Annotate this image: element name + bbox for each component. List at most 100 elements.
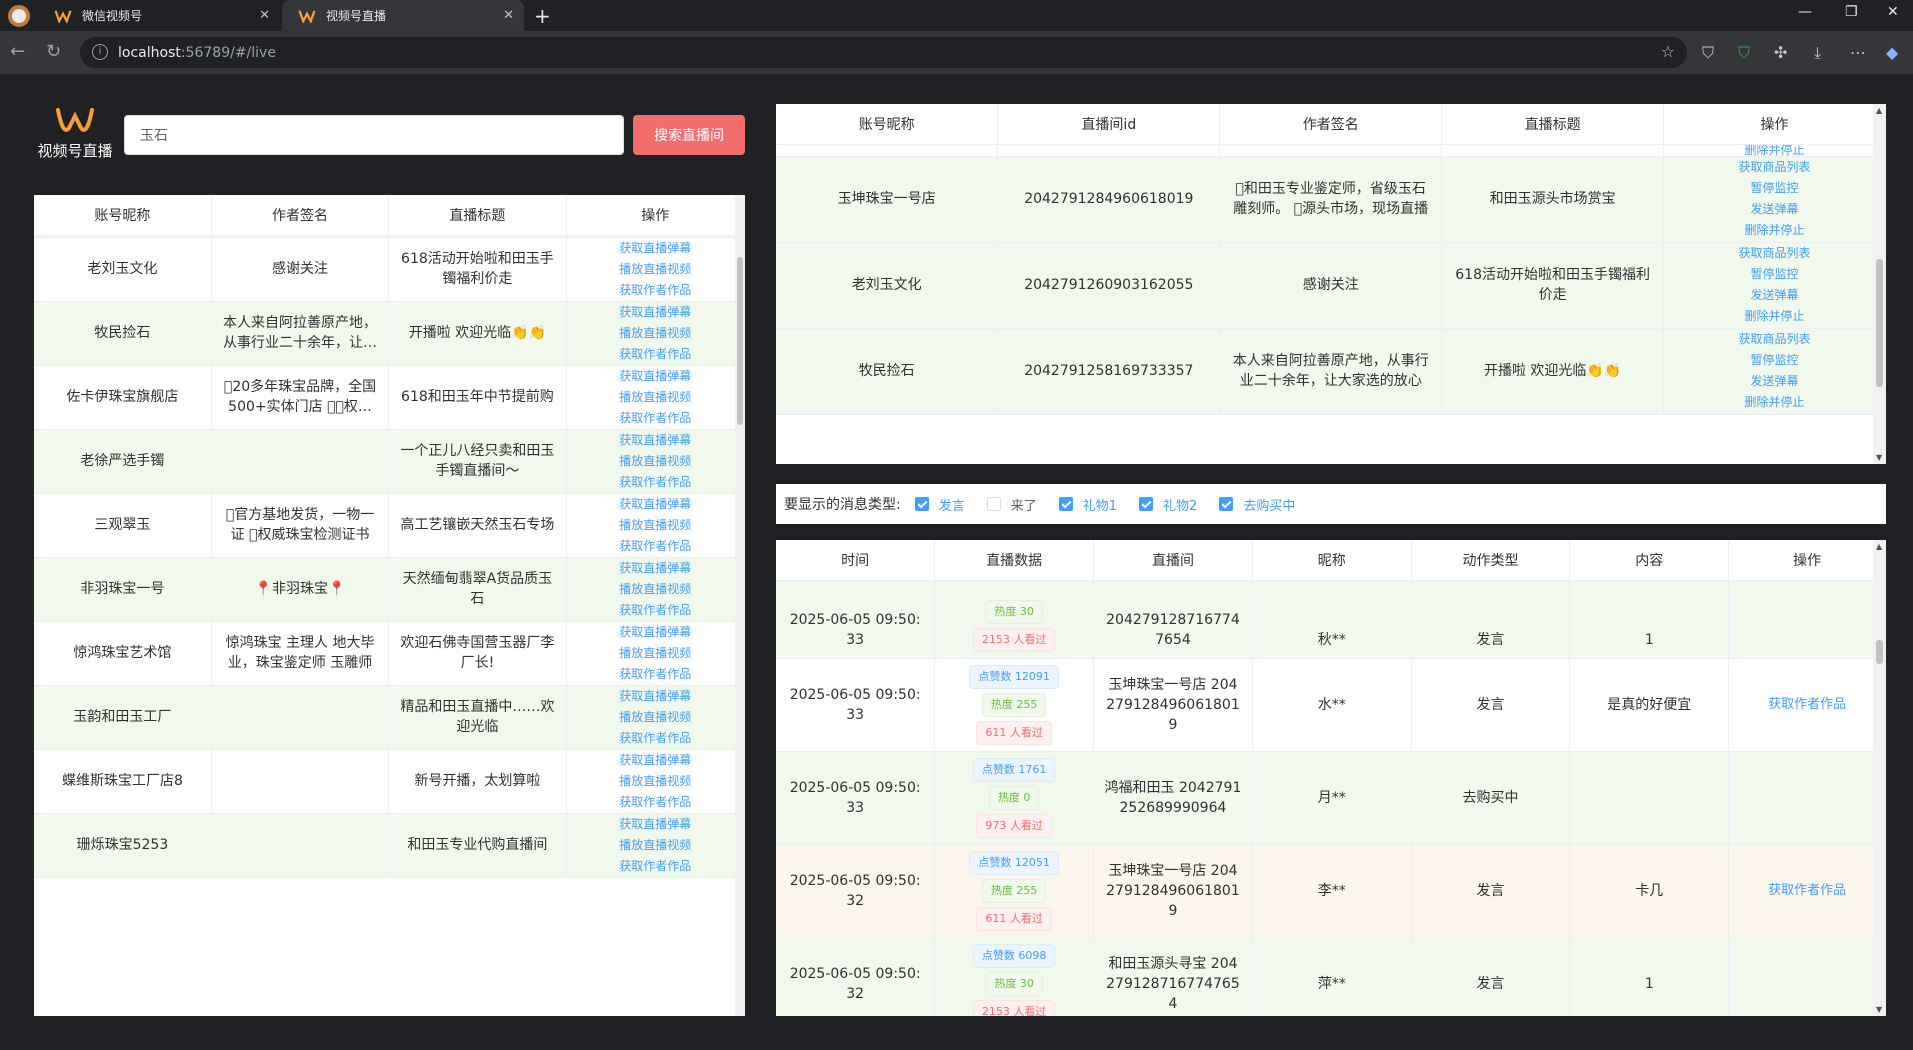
reload-icon[interactable]: ↻ [46, 41, 61, 62]
get-danmaku-link[interactable]: 获取直播弹幕 [577, 302, 734, 323]
download-icon[interactable]: ⤓ [1814, 43, 1821, 63]
back-icon[interactable]: ← [10, 41, 25, 62]
heat-tag: 热度 255 [981, 692, 1047, 717]
get-products-link[interactable]: 获取商品列表 [1674, 329, 1875, 350]
nickname-cell: 蝶维斯珠宝工厂店8 [34, 749, 212, 814]
checkbox-box[interactable] [1139, 497, 1154, 511]
bookmark-star-icon[interactable]: ☆ [1661, 42, 1675, 61]
send-danmaku-link[interactable]: 发送弹幕 [1674, 371, 1875, 392]
play-live-link[interactable]: 播放直播视频 [577, 643, 734, 664]
delete-stop-link[interactable]: 删除并停止 [1674, 144, 1875, 155]
scrollbar-thumb[interactable] [737, 257, 743, 425]
get-works-link[interactable]: 获取作者作品 [577, 344, 734, 365]
restore-icon[interactable]: ❐ [1845, 4, 1858, 20]
play-live-link[interactable]: 播放直播视频 [577, 259, 734, 280]
likes-tag: 点赞数 6098 [972, 943, 1056, 968]
scrollbar-thumb[interactable] [1876, 259, 1883, 387]
play-live-link[interactable]: 播放直播视频 [577, 323, 734, 344]
get-danmaku-link[interactable]: 获取直播弹幕 [577, 494, 734, 515]
scrollbar-thumb[interactable] [1876, 640, 1883, 664]
title-text: 精品和田玉直播中……欢迎光临 [400, 699, 555, 735]
play-live-link[interactable]: 播放直播视频 [577, 771, 734, 792]
minimize-icon[interactable]: — [1798, 4, 1812, 20]
play-live-link[interactable]: 播放直播视频 [577, 451, 734, 472]
get-works-link[interactable]: 获取作者作品 [577, 472, 734, 493]
get-works-link[interactable]: 获取作者作品 [577, 664, 734, 685]
get-danmaku-link[interactable]: 获取直播弹幕 [577, 558, 734, 579]
title-cell: 和田玉专业代购直播间 [388, 813, 567, 878]
get-works-link[interactable]: 获取作者作品 [1739, 692, 1875, 718]
copilot-icon[interactable]: ◆ [1886, 43, 1898, 62]
menu-dots-icon[interactable]: ⋯ [1850, 43, 1866, 62]
play-live-link[interactable]: 播放直播视频 [577, 707, 734, 728]
get-danmaku-link[interactable]: 获取直播弹幕 [577, 814, 734, 835]
site-info-icon[interactable]: i [92, 44, 108, 60]
browser-tab[interactable]: 微信视频号 ✕ [40, 0, 280, 31]
pause-monitor-link[interactable]: 暂停监控 [1674, 178, 1875, 199]
get-products-link[interactable]: 获取商品列表 [1674, 243, 1875, 264]
filter-checkbox[interactable]: 来了 [986, 495, 1037, 514]
pause-monitor-link[interactable]: 暂停监控 [1674, 350, 1875, 371]
search-input[interactable] [124, 115, 624, 155]
checkbox-box[interactable] [1219, 497, 1234, 511]
close-window-icon[interactable]: ✕ [1887, 4, 1899, 20]
action-type-cell: 发言 [1411, 844, 1571, 938]
scroll-down-icon[interactable]: ▼ [1876, 453, 1882, 462]
profile-avatar[interactable] [8, 5, 30, 27]
delete-stop-link[interactable]: 删除并停止 [1674, 306, 1875, 327]
delete-stop-link[interactable]: 删除并停止 [1674, 220, 1875, 241]
get-works-link[interactable]: 获取作者作品 [577, 856, 734, 877]
new-tab-icon[interactable]: + [534, 4, 551, 28]
checkbox-box[interactable] [914, 497, 929, 511]
pause-monitor-link[interactable]: 暂停监控 [1674, 264, 1875, 285]
scroll-down-icon[interactable]: ▼ [1876, 1005, 1882, 1014]
get-works-link[interactable]: 获取作者作品 [577, 280, 734, 301]
get-products-link[interactable]: 获取商品列表 [1674, 157, 1875, 178]
send-danmaku-link[interactable]: 发送弹幕 [1674, 285, 1875, 306]
filter-checkbox[interactable]: 礼物1 [1058, 495, 1117, 514]
close-tab-icon[interactable]: ✕ [503, 8, 514, 23]
get-danmaku-link[interactable]: 获取直播弹幕 [577, 686, 734, 707]
filter-checkbox[interactable]: 礼物2 [1139, 495, 1197, 514]
get-works-link[interactable]: 获取作者作品 [577, 536, 734, 557]
extensions-puzzle-icon[interactable]: ✣ [1774, 43, 1787, 62]
checkbox-box[interactable] [1058, 497, 1073, 511]
close-tab-icon[interactable]: ✕ [259, 8, 270, 23]
message-row: 2025-06-05 09:50:33 点赞数 12091 热度 255 611 人看… [776, 658, 1886, 752]
get-danmaku-link[interactable]: 获取直播弹幕 [577, 366, 734, 387]
get-works-link[interactable]: 获取作者作品 [577, 600, 734, 621]
table-header: 时间 直播数据 直播间 昵称 动作类型 内容 操作 [776, 540, 1886, 581]
shield-extension-icon[interactable]: ⛉ [1702, 43, 1714, 63]
delete-stop-link[interactable]: 删除并停止 [1674, 392, 1875, 413]
scrollbar[interactable] [735, 195, 745, 1016]
play-live-link[interactable]: 播放直播视频 [577, 515, 734, 536]
get-danmaku-link[interactable]: 获取直播弹幕 [577, 750, 734, 771]
messages-table: 时间 直播数据 直播间 昵称 动作类型 内容 操作 2025-06-05 09:50:33 热… [776, 540, 1886, 1016]
get-works-link[interactable]: 获取作者作品 [577, 408, 734, 429]
get-danmaku-link[interactable]: 获取直播弹幕 [577, 430, 734, 451]
filter-checkbox[interactable]: 发言 [914, 495, 965, 514]
checkbox-box[interactable] [986, 497, 1001, 511]
browser-tab-active[interactable]: 视频号直播 ✕ [282, 0, 524, 31]
scrollbar[interactable]: ▲ ▼ [1873, 540, 1886, 1016]
scrollbar[interactable]: ▲ ▼ [1873, 104, 1886, 464]
filter-checkbox[interactable]: 去购买中 [1219, 495, 1295, 514]
stats-cell: 点赞数 1761 热度 0 973 人看过 [934, 751, 1095, 845]
send-danmaku-link[interactable]: 发送弹幕 [1674, 199, 1875, 220]
op-cell [1728, 751, 1886, 845]
get-danmaku-link[interactable]: 获取直播弹幕 [577, 622, 734, 643]
play-live-link[interactable]: 播放直播视频 [577, 387, 734, 408]
scroll-up-icon[interactable]: ▲ [1876, 542, 1882, 551]
get-works-link[interactable]: 获取作者作品 [1739, 878, 1875, 904]
url-field[interactable]: i localhost:56789/#/live ☆ [80, 37, 1687, 68]
scroll-up-icon[interactable]: ▲ [1876, 106, 1882, 115]
get-works-link[interactable]: 获取作者作品 [577, 792, 734, 813]
title-text: 和田玉专业代购直播间 [407, 837, 548, 853]
play-live-link[interactable]: 播放直播视频 [577, 579, 734, 600]
get-works-link[interactable]: 获取作者作品 [577, 728, 734, 749]
browser-tab-strip: 微信视频号 ✕ 视频号直播 ✕ + — ❐ ✕ [0, 0, 1913, 31]
adblock-extension-icon[interactable]: ⛉ [1738, 43, 1750, 63]
play-live-link[interactable]: 播放直播视频 [577, 835, 734, 856]
search-live-button[interactable]: 搜索直播间 [633, 115, 745, 155]
get-danmaku-link[interactable]: 获取直播弹幕 [577, 238, 734, 259]
